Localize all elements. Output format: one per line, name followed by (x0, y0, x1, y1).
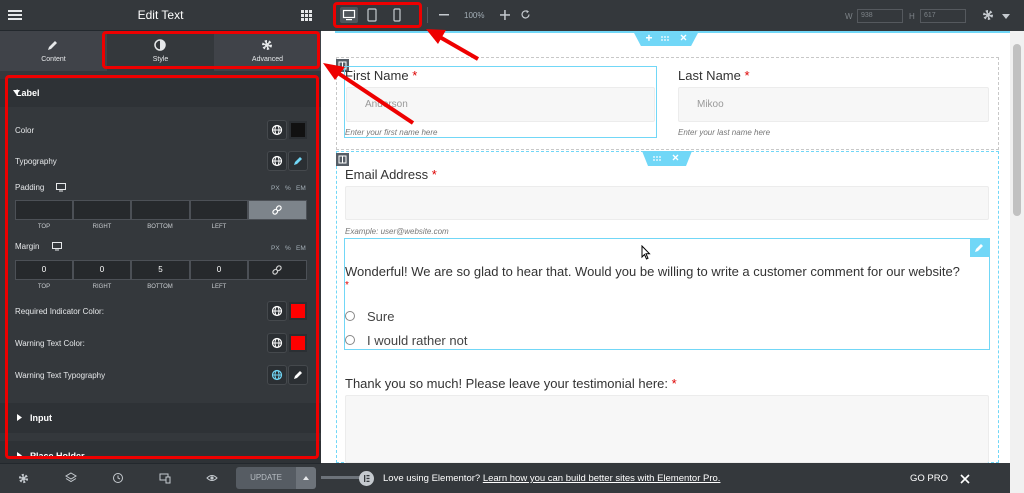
close-icon[interactable] (960, 474, 970, 484)
promo-text: Love using Elementor? Learn how you can … (383, 473, 720, 484)
toolbar-more-icon[interactable] (1002, 14, 1010, 19)
testimonial-textarea[interactable] (345, 395, 989, 463)
last-name-label: Last Name * (678, 68, 750, 83)
settings-icon[interactable] (18, 473, 29, 484)
required-asterisk: * (345, 280, 349, 291)
column-handle[interactable] (336, 153, 349, 166)
row-handle[interactable] (642, 151, 692, 166)
caret-up-icon (303, 476, 309, 480)
question-text: Wonderful! We are so glad to hear that. … (345, 264, 990, 279)
preview-eye-icon[interactable] (206, 473, 218, 483)
annotation-arrow-toolbar (426, 29, 479, 61)
promo-link[interactable]: Learn how you can build better sites wit… (483, 473, 721, 484)
update-button[interactable]: UPDATE (236, 467, 296, 489)
zoom-in-icon[interactable] (500, 10, 510, 20)
history-icon[interactable] (112, 472, 124, 484)
scrollbar-thumb[interactable] (1013, 44, 1021, 216)
email-label: Email Address * (345, 167, 437, 182)
column-icon (338, 155, 347, 164)
email-input[interactable] (345, 186, 989, 220)
radio-rather-not[interactable] (345, 335, 355, 345)
reset-zoom-icon[interactable] (520, 9, 531, 20)
required-asterisk: * (744, 68, 750, 83)
last-name-hint: Enter your last name here (678, 128, 771, 137)
width-input[interactable]: 938 (857, 9, 903, 23)
height-input[interactable]: 617 (920, 9, 966, 23)
section-handle[interactable] (633, 31, 699, 46)
option-rather-not-label: I would rather not (367, 333, 468, 348)
widgets-grid-icon[interactable] (301, 10, 312, 21)
height-label: H (909, 12, 915, 21)
pencil-icon (975, 244, 983, 252)
last-name-input[interactable]: Mikoo (678, 87, 989, 122)
layers-icon[interactable] (65, 472, 77, 484)
radio-sure[interactable] (345, 311, 355, 321)
zoom-out-icon[interactable] (439, 14, 449, 16)
row-controls-icon (653, 154, 679, 161)
tab-content-label: Content (41, 56, 66, 63)
annotation-frame-device-toggles (333, 2, 422, 28)
responsive-mode-icon[interactable] (159, 472, 171, 484)
email-label-text: Email Address (345, 167, 429, 182)
annotation-frame-style-panel (5, 75, 319, 459)
annotation-frame-tabs (102, 31, 320, 69)
mouse-cursor-icon (641, 245, 651, 260)
gear-icon[interactable] (982, 9, 994, 21)
go-pro-link[interactable]: GO PRO (910, 473, 948, 484)
update-options-button[interactable] (296, 467, 316, 489)
required-asterisk: * (431, 167, 437, 182)
tab-content[interactable]: Content (0, 31, 107, 71)
pencil-icon (47, 39, 59, 51)
panel-title: Edit Text (137, 8, 184, 22)
testimonial-label: Thank you so much! Please leave your tes… (345, 376, 677, 391)
width-label: W (845, 12, 853, 21)
elementor-logo-icon (359, 471, 374, 486)
last-name-label-text: Last Name (678, 68, 741, 83)
edit-widget-button[interactable] (970, 238, 989, 257)
toolbar-divider (427, 7, 428, 23)
zoom-level: 100% (464, 11, 485, 20)
panel-header: Edit Text (0, 0, 321, 31)
section-controls-icon (646, 34, 687, 41)
required-asterisk: * (671, 376, 677, 391)
question-text-content: Wonderful! We are so glad to hear that. … (345, 264, 960, 279)
testimonial-label-text: Thank you so much! Please leave your tes… (345, 376, 669, 391)
promo-text-content: Love using Elementor? (383, 473, 481, 484)
email-hint: Example: user@website.com (345, 227, 449, 236)
option-sure-label: Sure (367, 309, 395, 324)
